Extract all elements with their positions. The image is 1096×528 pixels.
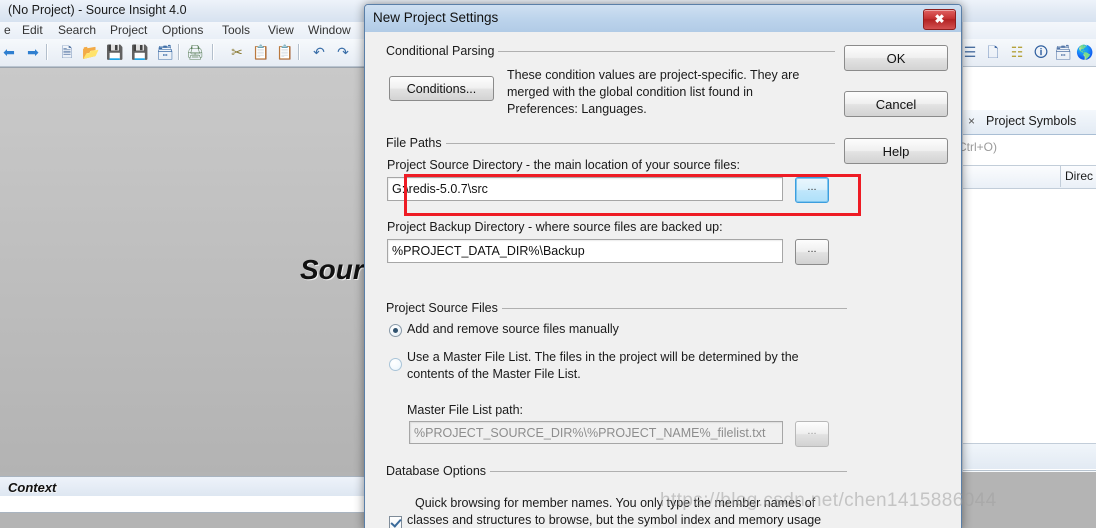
conditional-parsing-description-line1: These condition values are project-speci…	[507, 68, 800, 82]
conditional-parsing-description: These condition values are project-speci…	[507, 67, 837, 118]
ok-button[interactable]: OK	[844, 45, 948, 71]
project-window-icon[interactable]: 🗃	[1054, 43, 1072, 61]
source-directory-input[interactable]	[387, 177, 783, 201]
browse-icon[interactable]: 🌎	[1076, 43, 1094, 61]
master-file-list-path-label: Master File List path:	[407, 403, 524, 417]
menu-options[interactable]: Options	[162, 23, 203, 37]
relation-window-icon[interactable]: ☷	[1008, 43, 1026, 61]
panel-hint-text: Ctrl+O)	[958, 140, 997, 154]
context-window-content	[0, 496, 368, 513]
save-all-icon[interactable]: 💾	[131, 43, 149, 61]
context-window-titlebar: Context	[0, 476, 368, 498]
toolbar-edge-icon[interactable]: ☰	[961, 43, 979, 61]
menu-file[interactable]: e	[4, 23, 11, 37]
close-icon[interactable]: ✖	[923, 9, 956, 30]
toolbar-separator-1	[46, 44, 48, 60]
source-directory-label: Project Source Directory - the main loca…	[387, 158, 740, 172]
dialog-titlebar: New Project Settings ✖	[365, 5, 961, 33]
quick-browsing-label: Quick browsing for member names. You onl…	[407, 495, 857, 528]
screen: (No Project) - Source Insight 4.0 e Edit…	[0, 0, 1096, 528]
help-button[interactable]: Help	[844, 138, 948, 164]
radio-use-master-file-list[interactable]	[389, 358, 402, 371]
quick-browsing-line1: Quick browsing for member names. You onl…	[415, 496, 816, 510]
menu-window[interactable]: Window	[308, 23, 351, 37]
toolbar-separator-2	[178, 44, 180, 60]
save-icon[interactable]: 💾	[106, 43, 124, 61]
quick-browsing-checkbox[interactable]	[389, 516, 402, 528]
conditional-parsing-description-line3: Preferences: Languages.	[507, 102, 647, 116]
backup-directory-browse-button[interactable]: ...	[795, 239, 829, 265]
tab-project-symbols[interactable]: Project Symbols	[986, 114, 1076, 128]
dialog-title: New Project Settings	[373, 10, 499, 25]
radio-use-master-file-list-label: Use a Master File List. The files in the…	[407, 349, 837, 383]
copy-icon[interactable]: 📋	[252, 43, 270, 61]
app-title: (No Project) - Source Insight 4.0	[8, 3, 187, 17]
menu-search[interactable]: Search	[58, 23, 96, 37]
group-line-file-paths	[382, 143, 835, 144]
menu-tools[interactable]: Tools	[222, 23, 250, 37]
panel-gear-row	[963, 443, 1096, 469]
radio-add-remove-manually-label: Add and remove source files manually	[407, 322, 619, 336]
dialog-body: Conditional Parsing Conditions... These …	[365, 32, 961, 528]
panel-column-label: Direc	[1065, 169, 1094, 183]
panel-column-separator[interactable]	[1060, 165, 1061, 187]
toolbar-separator-3	[212, 44, 214, 60]
context-window-icon[interactable]: 🛈	[1032, 43, 1050, 61]
menu-view[interactable]: View	[268, 23, 294, 37]
menu-edit[interactable]: Edit	[22, 23, 43, 37]
group-title-database-options: Database Options	[382, 464, 491, 478]
symbol-window-icon[interactable]: 🗋	[984, 43, 1002, 61]
redo-icon[interactable]: ↷	[334, 43, 352, 61]
toolbar-separator-4	[298, 44, 300, 60]
radio-add-remove-manually[interactable]	[389, 324, 402, 337]
group-title-file-paths: File Paths	[382, 136, 446, 150]
new-file-icon[interactable]: 🗎	[58, 43, 76, 61]
radio-master-list-line1: Use a Master File List. The files in the…	[407, 350, 799, 364]
undo-icon[interactable]: ↶	[310, 43, 328, 61]
close-icon[interactable]: ×	[968, 114, 975, 128]
quick-browsing-line2: classes and structures to browse, but th…	[407, 513, 822, 527]
master-file-list-browse-button[interactable]: ...	[795, 421, 829, 447]
context-window-label: Context	[8, 480, 57, 495]
group-title-conditional-parsing: Conditional Parsing	[382, 44, 499, 58]
source-directory-browse-button[interactable]: ...	[795, 177, 829, 203]
backup-directory-input[interactable]	[387, 239, 783, 263]
cut-icon[interactable]: ✂	[228, 43, 246, 61]
master-file-list-path-input[interactable]	[409, 421, 783, 444]
print-icon[interactable]: 🖨	[186, 43, 204, 61]
back-arrow-icon[interactable]: ⬅	[0, 43, 18, 61]
forward-arrow-icon[interactable]: ➡	[24, 43, 42, 61]
new-project-settings-dialog: New Project Settings ✖ Conditional Parsi…	[364, 4, 962, 528]
cancel-button[interactable]: Cancel	[844, 91, 948, 117]
radio-master-list-line2: contents of the Master File List.	[407, 367, 581, 381]
group-title-project-source-files: Project Source Files	[382, 301, 502, 315]
conditional-parsing-description-line2: merged with the global condition list fo…	[507, 85, 753, 99]
open-folder-icon[interactable]: 📂	[82, 43, 100, 61]
conditions-button[interactable]: Conditions...	[389, 76, 494, 101]
paste-icon[interactable]: 📋	[276, 43, 294, 61]
save-as-icon[interactable]: 🗃	[156, 43, 174, 61]
backup-directory-label: Project Backup Directory - where source …	[387, 220, 723, 234]
source-insight-logo: Sour	[300, 254, 364, 285]
menu-project[interactable]: Project	[110, 23, 147, 37]
